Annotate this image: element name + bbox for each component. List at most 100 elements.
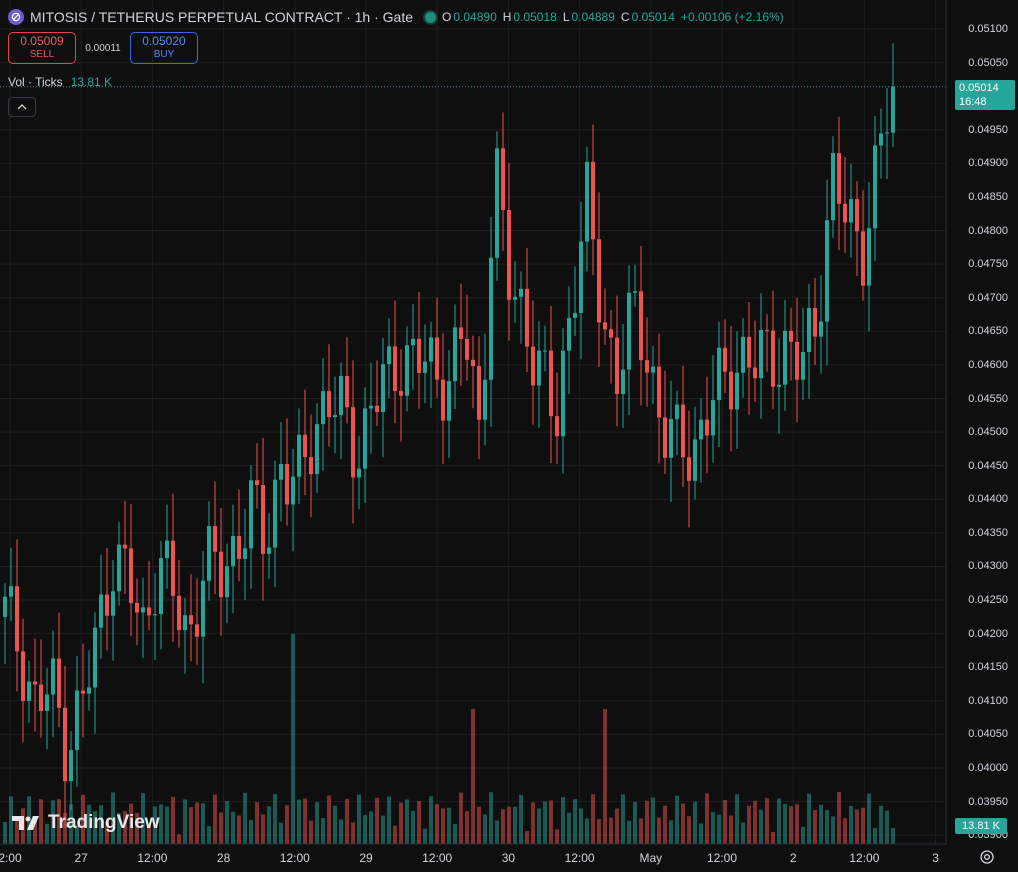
candle-body (555, 416, 559, 437)
change-value: +0.00106 (+2.16%) (680, 10, 784, 24)
candle-body (819, 321, 823, 337)
sell-label: SELL (29, 49, 55, 60)
price-tick-label: 0.04100 (968, 694, 1008, 707)
candle-body (771, 330, 775, 387)
candle-body (399, 391, 403, 396)
volume-bar (501, 809, 505, 844)
candle-body (291, 476, 295, 505)
high-value: 0.05018 (513, 10, 557, 24)
price-tick-label: 0.04150 (968, 661, 1008, 674)
candle-body (381, 364, 385, 413)
volume-bar (537, 808, 541, 844)
price-candles (3, 43, 895, 828)
collapse-legend-button[interactable] (8, 97, 36, 117)
buy-button[interactable]: 0.05020 BUY (130, 32, 198, 64)
volume-bar (285, 805, 289, 844)
candle-body (225, 566, 229, 598)
volume-bar (213, 794, 217, 844)
volume-bar (321, 818, 325, 844)
time-tick-label: May (639, 851, 663, 865)
candle-body (189, 615, 193, 625)
candle-body (15, 586, 19, 652)
symbol-logo-icon[interactable] (8, 9, 24, 25)
volume-bar (831, 816, 835, 844)
candle-body (765, 329, 769, 331)
candle-body (849, 199, 853, 223)
candle-body (549, 350, 553, 417)
candle-body (831, 153, 835, 221)
volume-bar (843, 818, 847, 844)
candle-body (135, 602, 139, 613)
time-axis[interactable]: 2:00 27 12:00 28 12:00 29 12:00 30 12:00 May 12:00… (0, 844, 946, 872)
watermark-text: TradingView (48, 812, 160, 833)
candle-body (147, 607, 151, 616)
volume-bar (747, 805, 751, 844)
candle-body (573, 312, 577, 318)
candle-body (87, 687, 91, 694)
candle-body (633, 291, 637, 293)
volume-bar (825, 810, 829, 844)
candle-body (195, 624, 199, 637)
candle-body (213, 526, 217, 552)
candle-body (333, 415, 337, 418)
volume-bar (339, 819, 343, 844)
candlestick-chart[interactable] (0, 0, 1018, 872)
candle-body (9, 586, 13, 597)
volume-bar (489, 792, 493, 844)
candle-body (33, 681, 37, 685)
volume-bar (615, 808, 619, 844)
candle-body (243, 548, 247, 559)
volume-bar (717, 814, 721, 844)
candle-body (3, 596, 7, 617)
candle-body (663, 417, 667, 458)
candle-body (165, 540, 169, 559)
volume-bar (375, 797, 379, 844)
volume-bar (387, 796, 391, 844)
volume-bar (483, 814, 487, 844)
price-axis[interactable]: 0.05100 0.05050 0.04950 0.04900 0.04850 0.048… (946, 0, 1018, 844)
candle-body (537, 350, 541, 386)
volume-bar (705, 793, 709, 844)
settings-icon[interactable] (978, 848, 996, 866)
candle-body (477, 366, 481, 420)
candle-body (159, 558, 163, 615)
volume-bar (567, 812, 571, 844)
candle-body (63, 707, 67, 782)
candle-body (297, 434, 301, 477)
sell-price: 0.05009 (20, 34, 64, 48)
volume-bar (633, 801, 637, 844)
candle-body (69, 750, 73, 782)
candle-body (873, 145, 877, 229)
candle-body (489, 257, 493, 380)
volume-bar (273, 794, 277, 844)
candle-body (729, 371, 733, 410)
candle-body (675, 404, 679, 420)
candle-body (153, 614, 157, 616)
volume-bar (327, 795, 331, 844)
candle-body (267, 547, 271, 554)
candle-body (315, 424, 319, 475)
tradingview-watermark: TradingView (12, 812, 160, 834)
volume-bar (573, 799, 577, 844)
candle-body (111, 591, 115, 616)
time-tick-label: 3 (932, 851, 939, 865)
candle-body (753, 367, 757, 379)
volume-bar (813, 809, 817, 844)
high-label: H (502, 10, 512, 24)
volume-bar (771, 831, 775, 844)
price-tick-label: 0.03950 (968, 795, 1008, 808)
symbol-title[interactable]: MITOSIS / TETHERUS PERPETUAL CONTRACT · … (30, 9, 413, 25)
candle-body (795, 341, 799, 380)
open-value: 0.04890 (453, 10, 497, 24)
volume-legend[interactable]: Vol · Ticks 13.81 K (8, 75, 112, 89)
volume-bar (261, 814, 265, 844)
sell-button[interactable]: 0.05009 SELL (8, 32, 76, 64)
candle-body (339, 375, 343, 416)
candle-body (117, 544, 121, 592)
volume-bar (837, 792, 841, 844)
volume-bar (243, 792, 247, 844)
candle-body (27, 681, 31, 701)
candle-body (423, 361, 427, 373)
volume-bar (453, 824, 457, 844)
candle-body (543, 350, 547, 352)
